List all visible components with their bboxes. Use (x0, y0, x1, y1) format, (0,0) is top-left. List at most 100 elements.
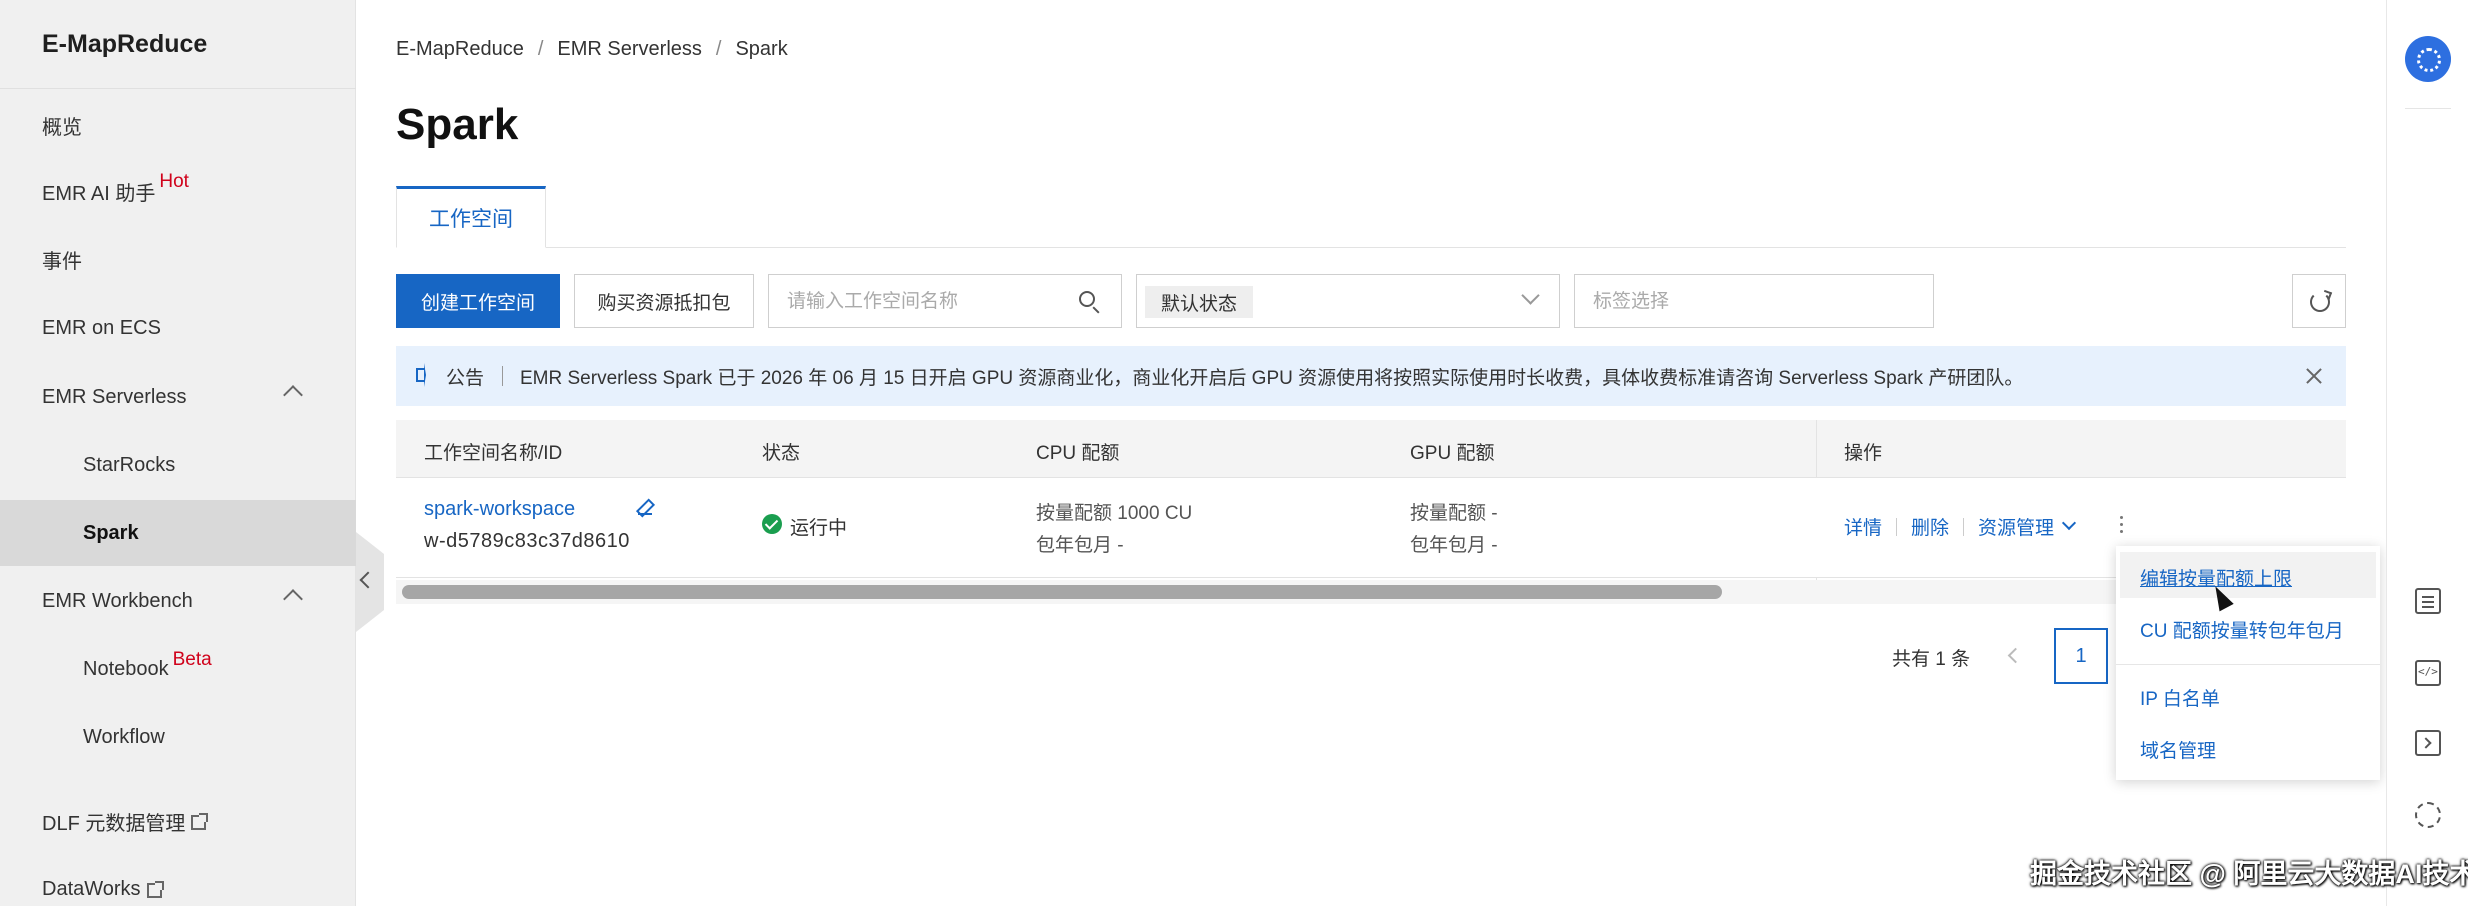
sidebar-item-label: DLF 元数据管理 (42, 812, 186, 835)
sidebar-item-label: 概览 (42, 116, 82, 139)
sidebar-divider (0, 88, 356, 89)
chevron-left-icon[interactable] (2007, 647, 2024, 664)
assistant-icon[interactable] (2405, 36, 2451, 82)
watermark: 掘金技术社区 @ 阿里云大数据AI技术 (2030, 859, 2468, 889)
chevron-up-icon[interactable] (283, 385, 303, 405)
sidebar-item-label: DataWorks (42, 877, 141, 900)
rail-divider (2405, 108, 2451, 109)
sidebar-brand[interactable]: E-MapReduce (42, 30, 207, 59)
gear-icon[interactable] (2415, 802, 2441, 828)
action-divider (1963, 517, 1965, 536)
chevron-down-icon[interactable] (2061, 515, 2077, 530)
notice-divider (502, 366, 503, 386)
horizontal-scrollbar[interactable] (396, 580, 2346, 604)
sidebar-item-emr-on-ecs[interactable]: EMR on ECS (0, 295, 356, 361)
column-header-actions: 操作 (1844, 443, 1883, 464)
column-header-status: 状态 (762, 443, 801, 464)
gpu-quota-payg: 按量配额 - (1410, 503, 1498, 524)
sidebar-item-label: 事件 (42, 250, 82, 273)
sidebar-item-label: Notebook (83, 657, 169, 680)
cpu-quota-subscription: 包年包月 - (1036, 535, 1124, 556)
create-workspace-button[interactable]: 创建工作空间 (396, 274, 560, 328)
speaker-icon (416, 363, 426, 387)
row-actions: 详情 删除 资源管理 (1844, 513, 2077, 540)
breadcrumb-separator: / (715, 38, 722, 60)
sidebar-item-label: StarRocks (83, 453, 176, 476)
toolbar: 创建工作空间 购买资源抵扣包 默认状态 (396, 274, 2346, 330)
tab-workspace[interactable]: 工作空间 (396, 186, 546, 248)
status-select-value[interactable]: 默认状态 (1145, 286, 1254, 318)
breadcrumb: E-MapReduce / EMR Serverless / Spark (396, 38, 788, 61)
search-icon[interactable] (1079, 291, 1095, 307)
sidebar-item-workflow[interactable]: Workflow (0, 704, 356, 770)
sidebar-item-label: EMR AI 助手 (42, 182, 156, 205)
sidebar: E-MapReduce 概览 EMR AI 助手 Hot 事件 EMR on EC… (0, 0, 356, 906)
tag-select[interactable] (1574, 274, 1934, 328)
notice-banner: 公告 EMR Serverless Spark 已于 2026 年 06 月 1… (396, 346, 2346, 406)
sidebar-item-events[interactable]: 事件 (0, 226, 356, 292)
search-box (768, 274, 1122, 328)
check-circle-icon (762, 514, 782, 534)
status-select[interactable]: 默认状态 (1136, 274, 1560, 328)
hot-badge: Hot (159, 171, 189, 192)
sidebar-item-notebook[interactable]: Notebook Beta (0, 636, 356, 702)
sidebar-item-emr-serverless[interactable]: EMR Serverless (0, 364, 356, 430)
external-link-icon (146, 880, 164, 898)
beta-badge: Beta (172, 649, 212, 670)
breadcrumb-separator: / (537, 38, 544, 60)
scrollbar-thumb[interactable] (402, 585, 1722, 599)
sidebar-item-starrocks[interactable]: StarRocks (0, 432, 356, 498)
details-link[interactable]: 详情 (1844, 513, 1882, 540)
page-title: Spark (396, 100, 519, 149)
tag-select-input[interactable] (1593, 287, 1893, 317)
column-header-cpu: CPU 配额 (1036, 443, 1120, 464)
document-icon[interactable] (2415, 588, 2441, 614)
delete-link[interactable]: 删除 (1911, 513, 1949, 540)
breadcrumb-item[interactable]: EMR Serverless (557, 38, 701, 61)
breadcrumb-item[interactable]: E-MapReduce (396, 38, 524, 61)
menu-item-ip-whitelist[interactable]: IP 白名单 (2140, 684, 2220, 711)
menu-item-domain-management[interactable]: 域名管理 (2140, 736, 2216, 763)
buy-resource-package-button[interactable]: 购买资源抵扣包 (574, 274, 754, 328)
pagination-total: 共有 1 条 (1892, 649, 1971, 670)
sidebar-item-spark[interactable]: Spark (0, 500, 356, 566)
right-rail (2386, 0, 2468, 906)
notice-label: 公告 (446, 367, 485, 389)
edit-icon[interactable] (638, 501, 652, 515)
search-input[interactable] (787, 287, 1067, 317)
sidebar-item-label: Workflow (83, 725, 165, 748)
menu-item-cu-convert-subscription[interactable]: CU 配额按量转包年包月 (2140, 616, 2344, 643)
sidebar-item-emr-ai[interactable]: EMR AI 助手 Hot (0, 158, 356, 224)
table-header: 工作空间名称/ID 状态 CPU 配额 GPU 配额 操作 (396, 420, 2346, 580)
notice-text: EMR Serverless Spark 已于 2026 年 06 月 15 日… (520, 367, 2024, 389)
chevron-down-icon[interactable] (1521, 286, 1540, 305)
close-icon[interactable] (2304, 366, 2324, 386)
external-link-icon (191, 812, 209, 830)
column-header-gpu: GPU 配额 (1410, 443, 1495, 464)
workspace-name-link[interactable]: spark-workspace (424, 498, 575, 521)
more-actions-menu: 编辑按量配额上限 CU 配额按量转包年包月 IP 白名单 域名管理 (2116, 546, 2380, 780)
status-text: 运行中 (790, 518, 848, 539)
refresh-button[interactable] (2292, 274, 2346, 328)
cpu-quota-payg: 按量配额 1000 CU (1036, 503, 1193, 524)
tab-bar: 工作空间 (396, 186, 2346, 248)
sidebar-item-label: EMR on ECS (42, 316, 161, 339)
action-divider (1896, 517, 1898, 536)
resource-management-link[interactable]: 资源管理 (1978, 513, 2054, 540)
terminal-icon[interactable] (2415, 730, 2441, 756)
sidebar-item-dataworks[interactable]: DataWorks (0, 856, 356, 906)
sidebar-item-overview[interactable]: 概览 (0, 92, 356, 158)
chevron-up-icon[interactable] (283, 589, 303, 609)
api-icon[interactable] (2415, 660, 2441, 686)
sidebar-item-label: Spark (83, 521, 139, 544)
table-row: spark-workspace w-d5789c83c37d8610 运行中 按… (396, 478, 2346, 578)
menu-divider (2116, 664, 2380, 665)
page-number-button[interactable]: 1 (2054, 628, 2108, 684)
breadcrumb-item: Spark (735, 38, 788, 60)
workspace-id: w-d5789c83c37d8610 (424, 530, 630, 552)
gpu-quota-subscription: 包年包月 - (1410, 535, 1498, 556)
sidebar-item-emr-workbench[interactable]: EMR Workbench (0, 568, 356, 634)
more-vertical-icon[interactable] (2120, 516, 2124, 536)
sidebar-item-dlf[interactable]: DLF 元数据管理 (0, 788, 356, 854)
sidebar-item-label: EMR Workbench (42, 589, 193, 612)
